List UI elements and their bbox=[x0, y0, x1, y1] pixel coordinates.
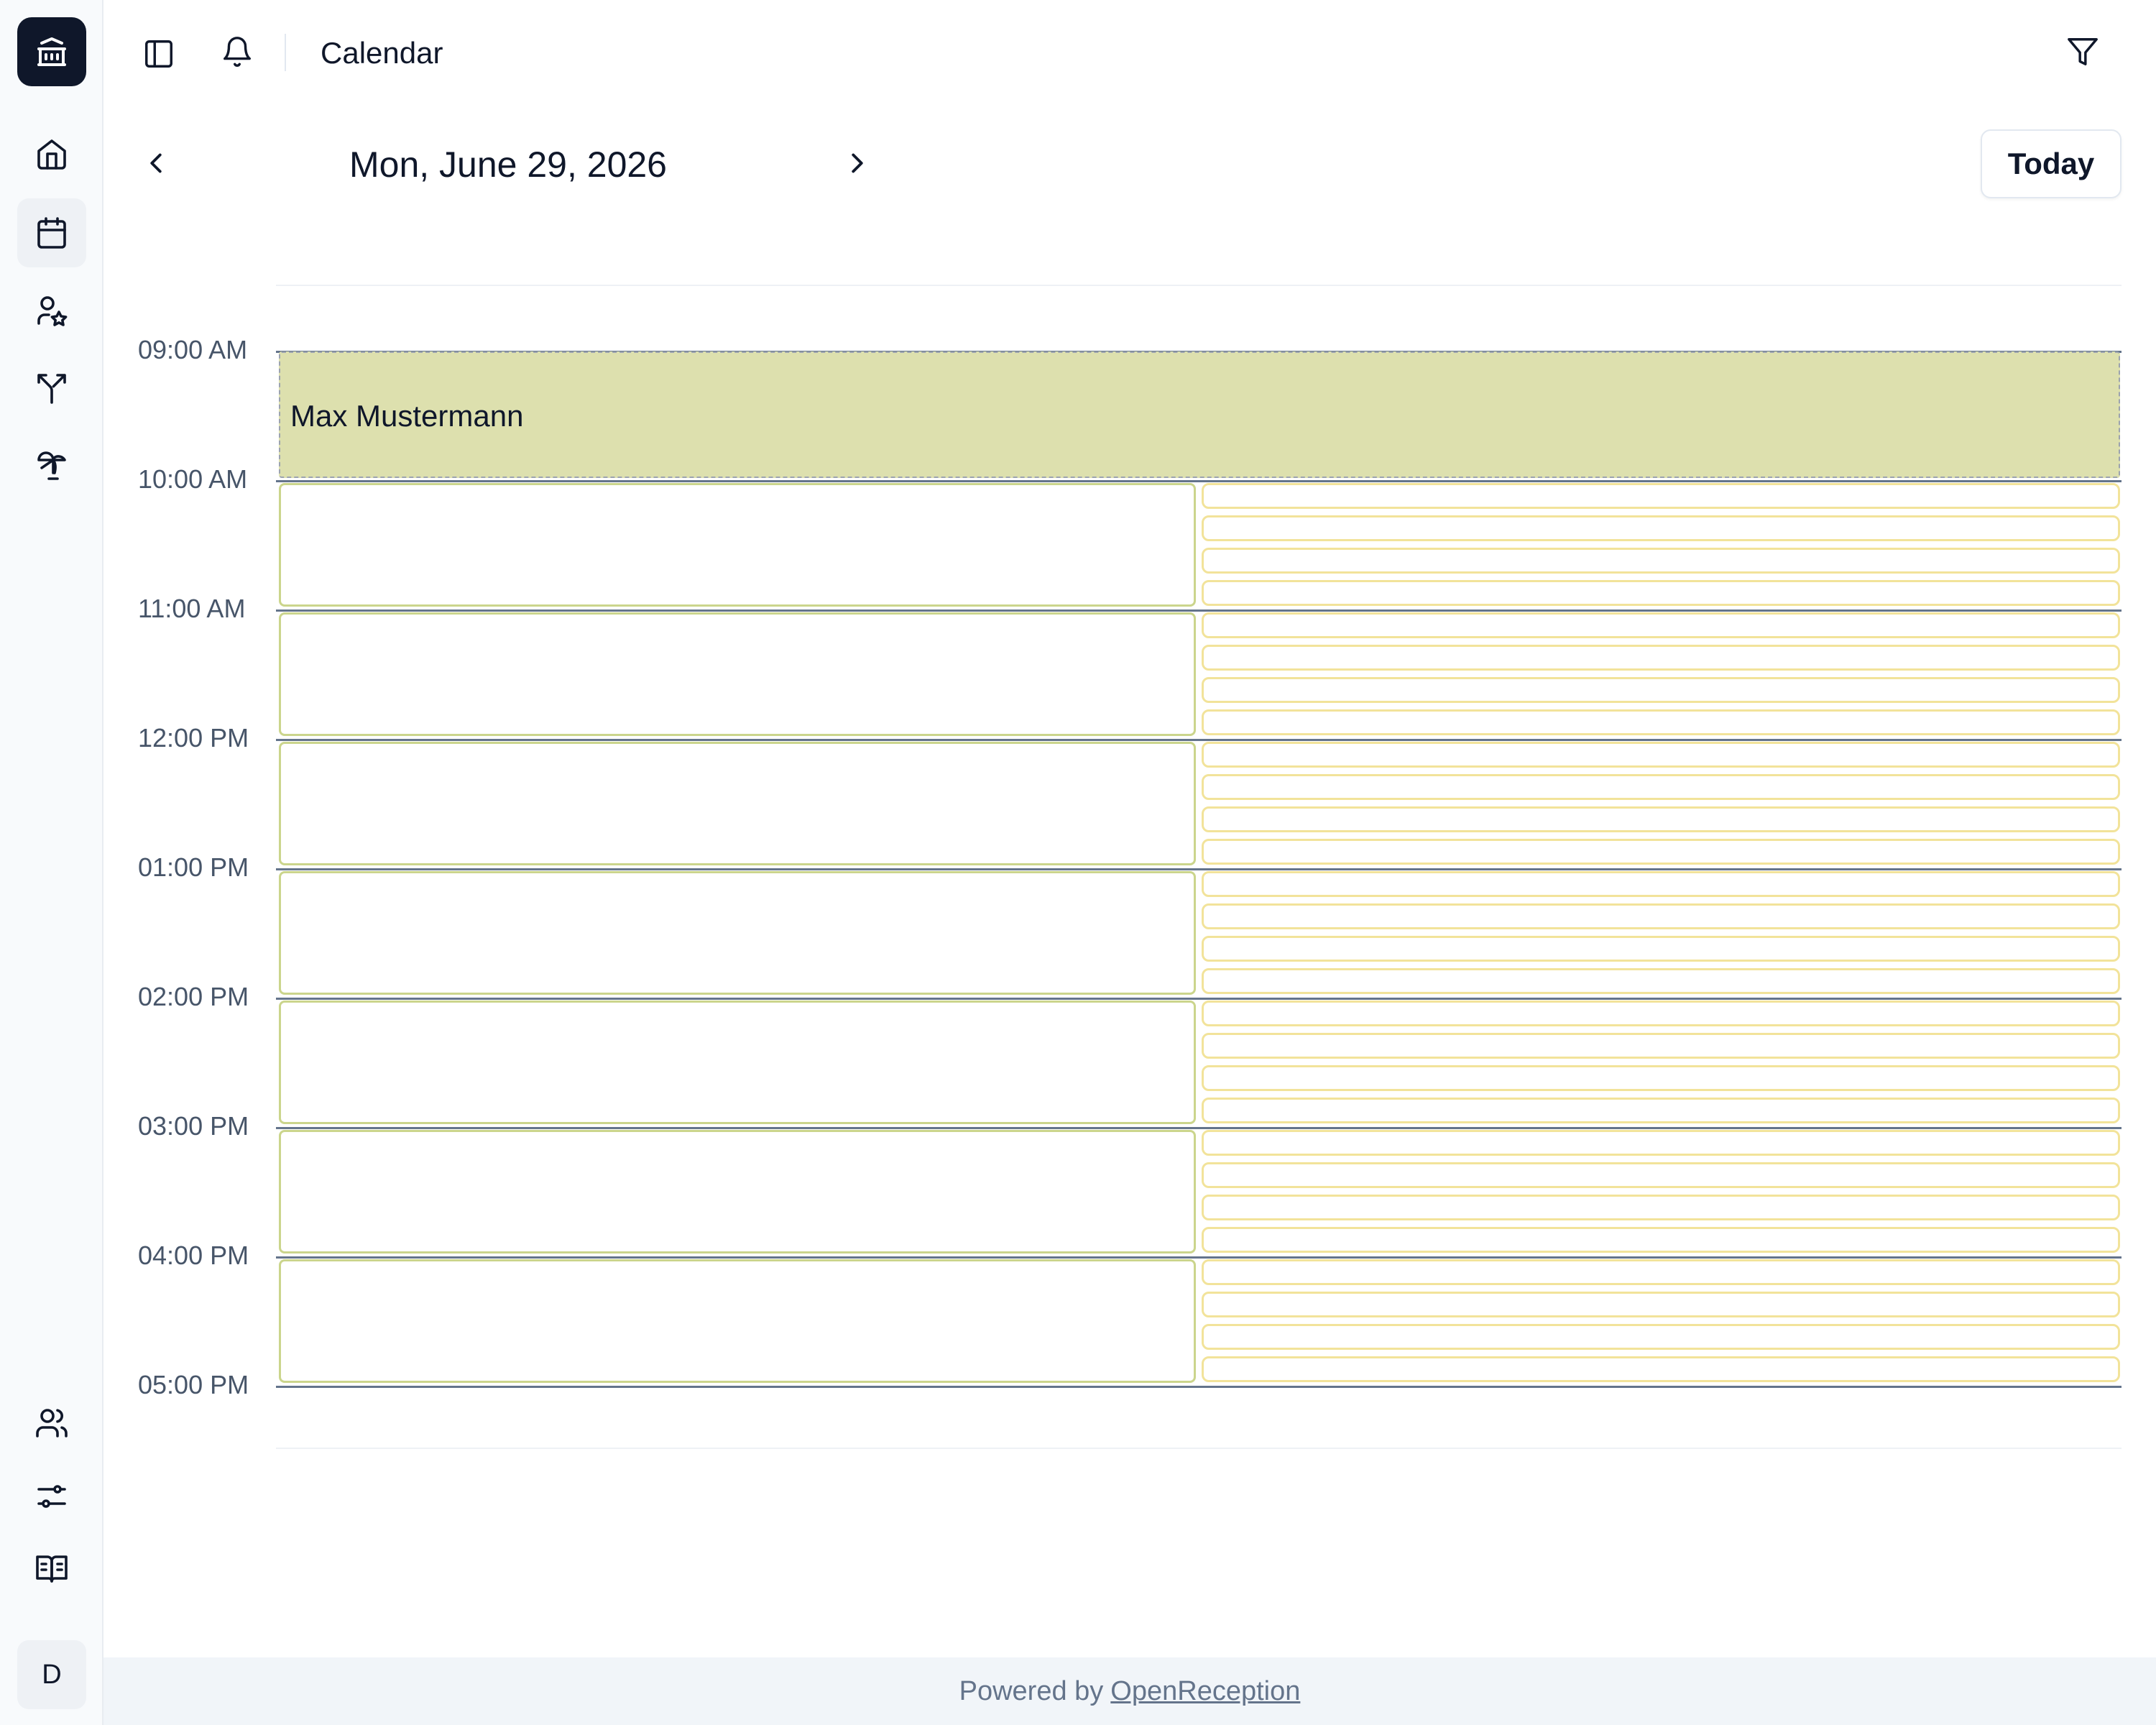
sub-slot[interactable] bbox=[1202, 515, 2120, 541]
bank-icon bbox=[37, 37, 66, 66]
time-label: 02:00 PM bbox=[138, 982, 249, 1011]
avatar[interactable]: D bbox=[17, 1640, 86, 1709]
time-label: 03:00 PM bbox=[138, 1111, 249, 1141]
sidebar-item-home[interactable] bbox=[17, 119, 86, 188]
time-label: 10:00 AM bbox=[138, 464, 248, 494]
sub-slot[interactable] bbox=[1202, 1130, 2120, 1156]
sub-slot[interactable] bbox=[1202, 1324, 2120, 1350]
hour-line bbox=[276, 998, 2122, 1000]
filter-button[interactable] bbox=[2064, 33, 2101, 70]
hour-line bbox=[276, 1127, 2122, 1129]
sub-slot[interactable] bbox=[1202, 1195, 2120, 1220]
time-label: 12:00 PM bbox=[138, 723, 249, 753]
sliders-icon bbox=[37, 1485, 66, 1508]
hour-line bbox=[276, 480, 2122, 482]
today-button[interactable]: Today bbox=[1981, 129, 2122, 198]
split-icon bbox=[37, 374, 66, 404]
hour-line bbox=[276, 868, 2122, 870]
sidebar-item-vacation[interactable] bbox=[17, 431, 86, 500]
sub-slot[interactable] bbox=[1202, 1227, 2120, 1253]
footer-prefix: Powered by bbox=[959, 1675, 1104, 1706]
next-day-button[interactable] bbox=[841, 147, 874, 180]
grid-line-top bbox=[276, 285, 2122, 286]
sub-slot[interactable] bbox=[1202, 548, 2120, 574]
sub-slot[interactable] bbox=[1202, 709, 2120, 735]
sub-slot[interactable] bbox=[1202, 677, 2120, 703]
hour-line bbox=[276, 739, 2122, 741]
time-slot[interactable] bbox=[279, 871, 1196, 995]
time-slot[interactable] bbox=[279, 612, 1196, 736]
time-slot[interactable] bbox=[279, 1259, 1196, 1383]
calendar-event[interactable]: Max Mustermann bbox=[279, 351, 2120, 478]
time-slot[interactable] bbox=[279, 1000, 1196, 1124]
sub-slot[interactable] bbox=[1202, 612, 2120, 638]
sub-slot[interactable] bbox=[1202, 1162, 2120, 1188]
sidebar-item-docs[interactable] bbox=[17, 1534, 86, 1603]
palm-tree-icon bbox=[37, 451, 66, 480]
time-label: 11:00 AM bbox=[138, 594, 246, 623]
bell-icon bbox=[224, 37, 251, 67]
page-title: Calendar bbox=[321, 36, 443, 70]
sidebar-panel-icon bbox=[145, 40, 172, 68]
time-label: 09:00 AM bbox=[138, 335, 248, 364]
hour-line bbox=[276, 1386, 2122, 1388]
chevron-left-icon bbox=[150, 153, 162, 173]
sidebar-item-calendar[interactable] bbox=[17, 198, 86, 267]
sub-slot[interactable] bbox=[1202, 774, 2120, 800]
notifications-button[interactable] bbox=[218, 33, 256, 70]
sub-slot[interactable] bbox=[1202, 871, 2120, 897]
sidebar-item-settings[interactable] bbox=[17, 1462, 86, 1531]
calendar-icon bbox=[37, 217, 66, 249]
sub-slot[interactable] bbox=[1202, 742, 2120, 768]
time-slot[interactable] bbox=[279, 742, 1196, 865]
chevron-right-icon bbox=[852, 153, 863, 173]
sidebar-item-split[interactable] bbox=[17, 354, 86, 423]
sub-slot[interactable] bbox=[1202, 806, 2120, 832]
event-title: Max Mustermann bbox=[290, 399, 524, 433]
time-label: 01:00 PM bbox=[138, 852, 249, 882]
time-slot[interactable] bbox=[279, 483, 1196, 607]
sub-slot[interactable] bbox=[1202, 1000, 2120, 1026]
sub-slot[interactable] bbox=[1202, 1356, 2120, 1382]
previous-day-button[interactable] bbox=[139, 147, 172, 180]
sub-slot[interactable] bbox=[1202, 1292, 2120, 1317]
footer-link[interactable]: OpenReception bbox=[1110, 1676, 1300, 1707]
sub-slot[interactable] bbox=[1202, 580, 2120, 606]
user-star-icon bbox=[37, 296, 68, 326]
time-slot[interactable] bbox=[279, 1130, 1196, 1254]
sub-slot[interactable] bbox=[1202, 645, 2120, 671]
toggle-sidebar-button[interactable] bbox=[141, 36, 177, 72]
sub-slot[interactable] bbox=[1202, 1098, 2120, 1123]
book-icon bbox=[36, 1555, 68, 1583]
sidebar-item-users-star[interactable] bbox=[17, 276, 86, 345]
time-label: 04:00 PM bbox=[138, 1241, 249, 1270]
sub-slot[interactable] bbox=[1202, 936, 2120, 962]
sub-slot[interactable] bbox=[1202, 483, 2120, 509]
time-label: 05:00 PM bbox=[138, 1370, 249, 1399]
hour-line bbox=[276, 1256, 2122, 1259]
sub-slot[interactable] bbox=[1202, 1033, 2120, 1059]
logo-button[interactable] bbox=[17, 17, 86, 86]
sub-slot[interactable] bbox=[1202, 1065, 2120, 1091]
footer: Powered by OpenReception bbox=[103, 1657, 2156, 1725]
current-date: Mon, June 29, 2026 bbox=[349, 144, 667, 185]
sub-slot[interactable] bbox=[1202, 1259, 2120, 1285]
sub-slot[interactable] bbox=[1202, 839, 2120, 865]
hour-line bbox=[276, 610, 2122, 612]
avatar-initial: D bbox=[42, 1659, 62, 1690]
sub-slot[interactable] bbox=[1202, 968, 2120, 994]
sub-slot[interactable] bbox=[1202, 903, 2120, 929]
sidebar-item-team[interactable] bbox=[17, 1389, 86, 1458]
home-icon bbox=[37, 139, 66, 170]
sidebar: D bbox=[0, 0, 103, 1725]
grid-line-bottom bbox=[276, 1448, 2122, 1449]
filter-icon bbox=[2068, 38, 2098, 65]
toolbar-divider bbox=[285, 34, 286, 71]
users-icon bbox=[36, 1409, 68, 1438]
